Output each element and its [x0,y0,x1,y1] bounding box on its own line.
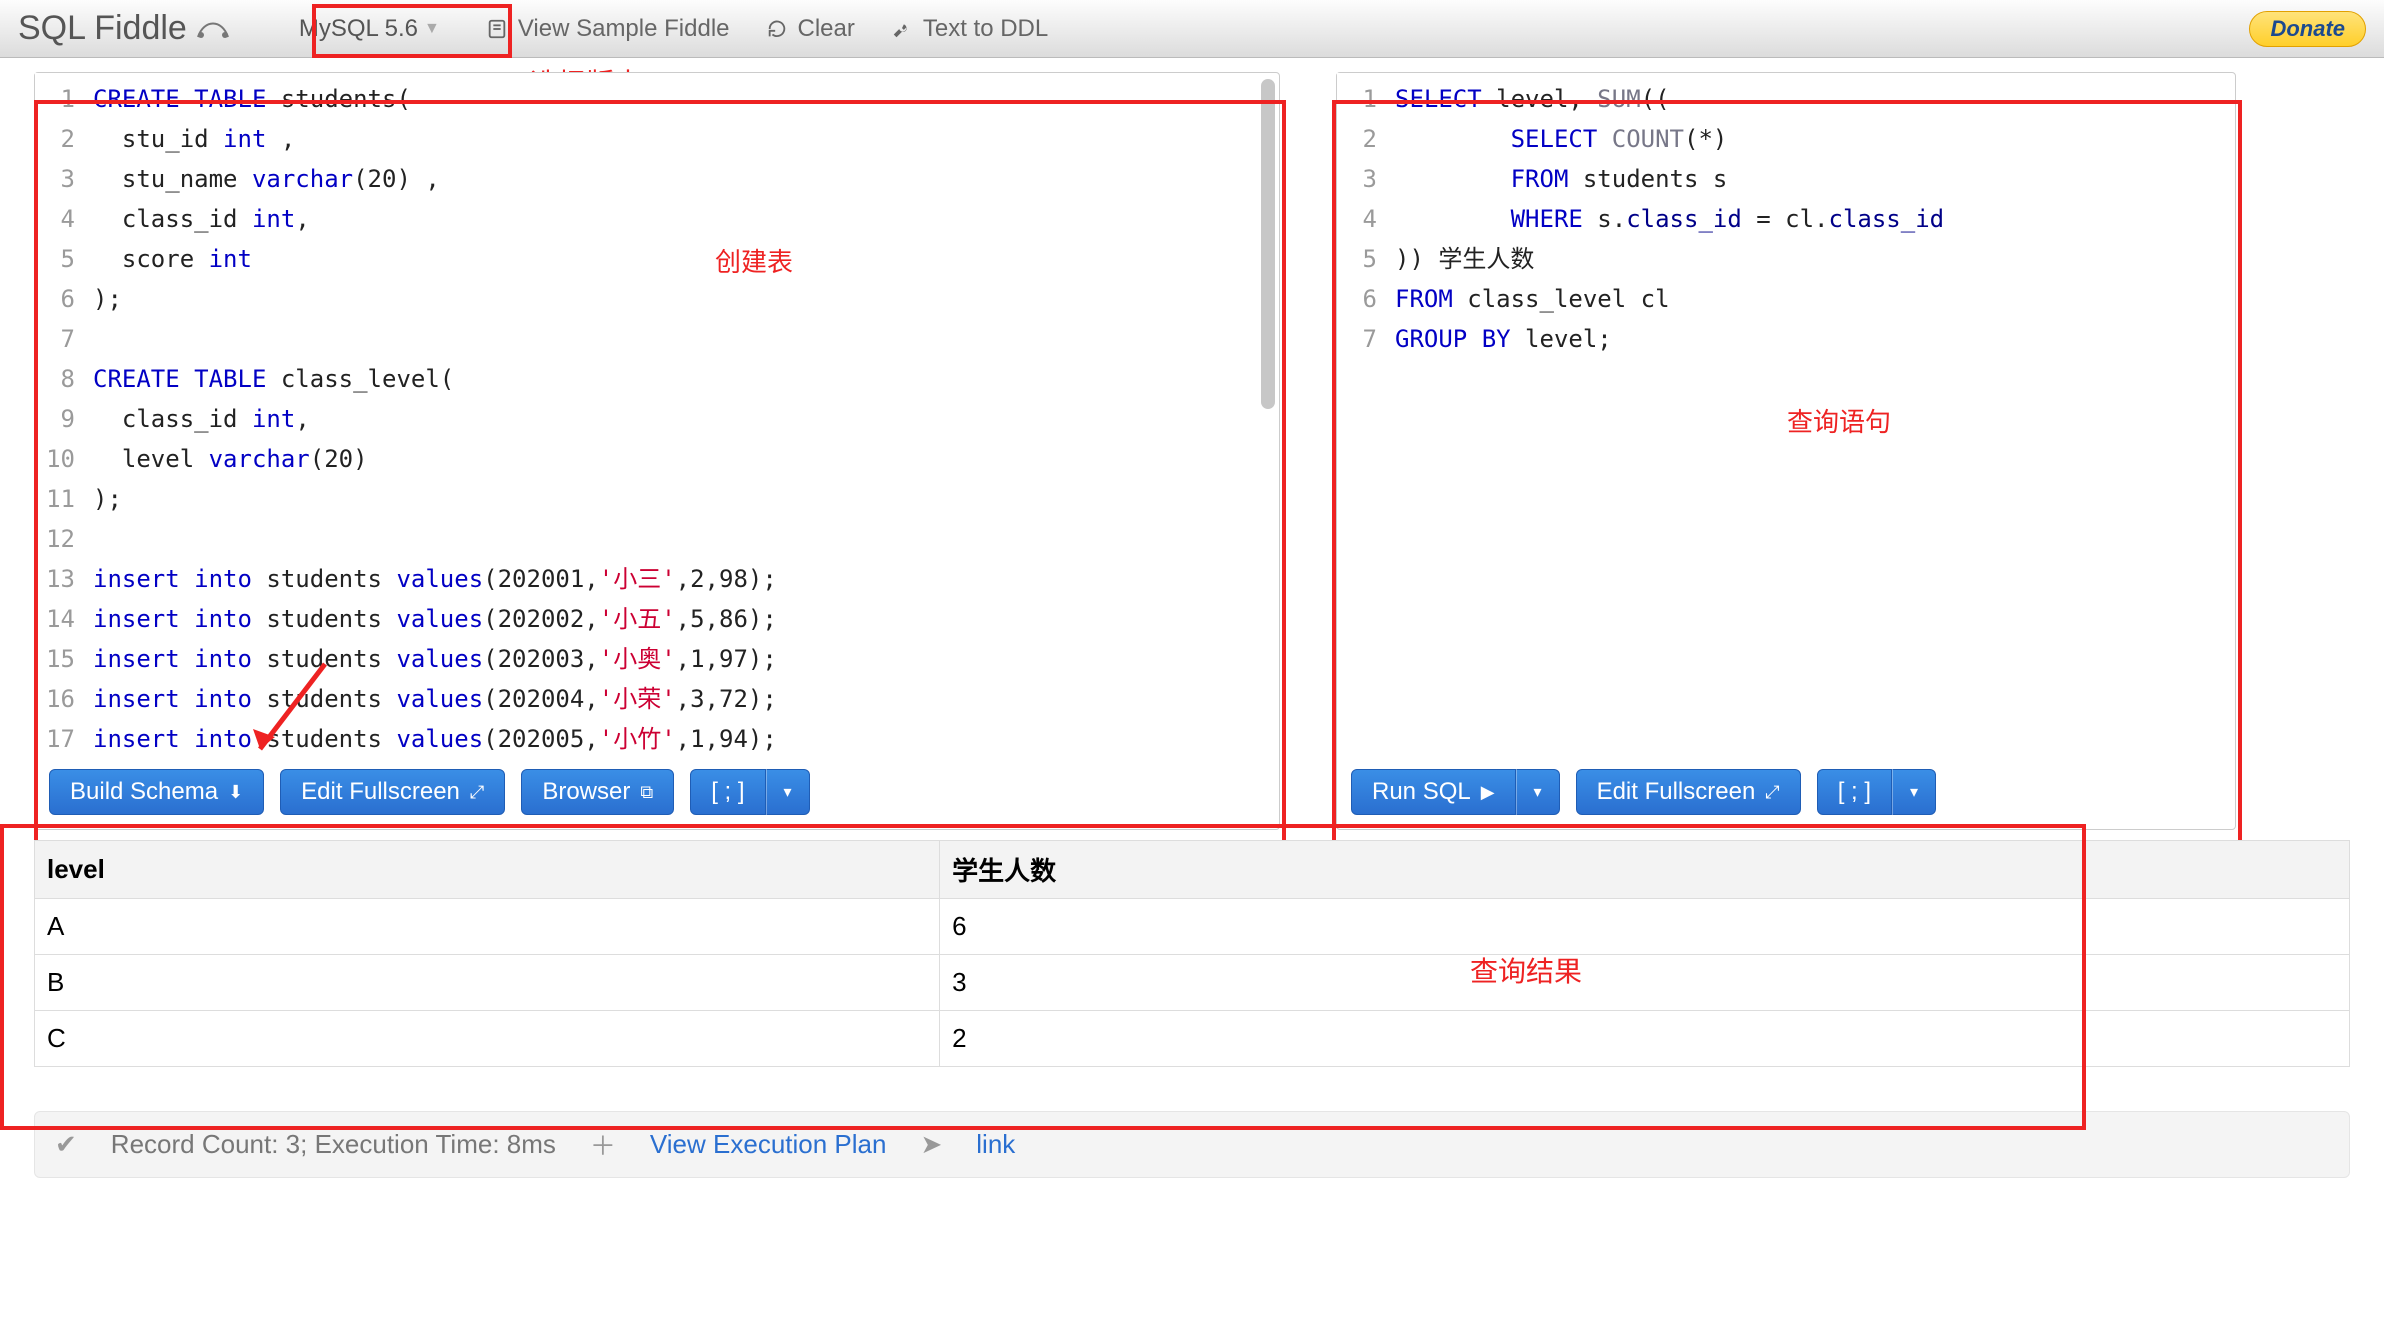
schema-panel: 1234567891011121314151617 CREATE TABLE s… [34,72,1280,830]
view-sample-button[interactable]: View Sample Fiddle [486,15,730,43]
plus-icon: ＋ [590,1126,616,1163]
wrench-icon [891,18,913,40]
query-editor[interactable]: 1234567 SELECT level, SUM(( SELECT COUNT… [1337,73,2235,759]
query-code[interactable]: SELECT level, SUM(( SELECT COUNT(*) FROM… [1385,73,2235,759]
db-version-selector[interactable]: MySQL 5.6 ▼ [289,11,450,47]
query-panel: 1234567 SELECT level, SUM(( SELECT COUNT… [1336,72,2236,830]
schema-gutter: 1234567891011121314151617 [35,73,83,759]
schema-editor[interactable]: 1234567891011121314151617 CREATE TABLE s… [35,73,1279,759]
play-icon: ▶ [1481,782,1495,803]
schema-button-row: Build Schema ⬇ Edit Fullscreen ⤢ Browser… [35,759,1279,829]
edit-fullscreen-button-right[interactable]: Edit Fullscreen ⤢ [1576,769,1801,815]
run-sql-button[interactable]: Run SQL ▶ [1351,769,1516,815]
edit-fullscreen-label-l: Edit Fullscreen [301,778,460,806]
terminator-split-left: [ ; ] ▾ [690,769,809,815]
document-icon [486,18,508,40]
scrollbar[interactable] [1261,79,1275,409]
refresh-icon [766,18,788,40]
browser-label: Browser [542,778,630,806]
status-bar: ✔ Record Count: 3; Execution Time: 8ms ＋… [34,1111,2350,1178]
tree-icon: ⧉ [640,782,653,803]
table-cell: C [35,1011,940,1067]
terminator-button-left[interactable]: [ ; ] [690,769,765,815]
brand: SQL Fiddle [18,9,233,48]
terminator-dropdown-left[interactable]: ▾ [766,769,810,815]
expand-icon: ⤢ [470,782,484,803]
table-row: B3 [35,955,2350,1011]
results-body: A6B3C2 [35,899,2350,1067]
results-col-header: 学生人数 [940,841,2350,899]
edit-fullscreen-label-r: Edit Fullscreen [1597,778,1756,806]
results-col-header: level [35,841,940,899]
table-row: C2 [35,1011,2350,1067]
table-cell: B [35,955,940,1011]
table-cell: 6 [940,899,2350,955]
query-button-row: Run SQL ▶ ▾ Edit Fullscreen ⤢ [ ; ] ▾ [1337,759,2235,829]
download-icon: ⬇ [228,782,243,803]
results-area: level学生人数 A6B3C2 查询结果 [0,830,2384,1077]
run-sql-split: Run SQL ▶ ▾ [1351,769,1560,815]
view-execution-plan-link[interactable]: View Execution Plan [650,1129,887,1160]
table-cell: 3 [940,955,2350,1011]
status-record-text: Record Count: 3; Execution Time: 8ms [111,1129,556,1160]
table-cell: A [35,899,940,955]
results-header-row: level学生人数 [35,841,2350,899]
brand-text: SQL Fiddle [18,9,187,48]
edit-fullscreen-button-left[interactable]: Edit Fullscreen ⤢ [280,769,505,815]
build-schema-label: Build Schema [70,778,218,806]
terminator-dropdown-right[interactable]: ▾ [1892,769,1936,815]
query-gutter: 1234567 [1337,73,1385,759]
run-sql-dropdown[interactable]: ▾ [1516,769,1560,815]
text-to-ddl-button[interactable]: Text to DDL [891,15,1048,43]
view-sample-label: View Sample Fiddle [518,15,730,43]
text-to-ddl-label: Text to DDL [923,15,1048,43]
results-table: level学生人数 A6B3C2 [34,840,2350,1067]
db-version-label: MySQL 5.6 [299,15,418,43]
top-toolbar: SQL Fiddle MySQL 5.6 ▼ View Sample Fiddl… [0,0,2384,58]
terminator-split-right: [ ; ] ▾ [1817,769,1936,815]
permalink-link[interactable]: link [976,1129,1015,1160]
table-row: A6 [35,899,2350,955]
clear-button[interactable]: Clear [766,15,855,43]
browser-button[interactable]: Browser ⧉ [521,769,674,815]
terminator-button-right[interactable]: [ ; ] [1817,769,1892,815]
build-schema-button[interactable]: Build Schema ⬇ [49,769,264,815]
chevron-down-icon: ▼ [424,20,440,38]
expand-icon: ⤢ [1765,782,1779,803]
check-icon: ✔ [55,1129,77,1160]
share-icon: ➤ [920,1129,942,1160]
editor-panels: 1234567891011121314151617 CREATE TABLE s… [0,58,2384,830]
clear-label: Clear [798,15,855,43]
brand-logo-icon [193,15,233,43]
run-sql-label: Run SQL [1372,778,1471,806]
schema-code[interactable]: CREATE TABLE students( stu_id int , stu_… [83,73,1279,759]
table-cell: 2 [940,1011,2350,1067]
donate-button[interactable]: Donate [2249,11,2366,47]
